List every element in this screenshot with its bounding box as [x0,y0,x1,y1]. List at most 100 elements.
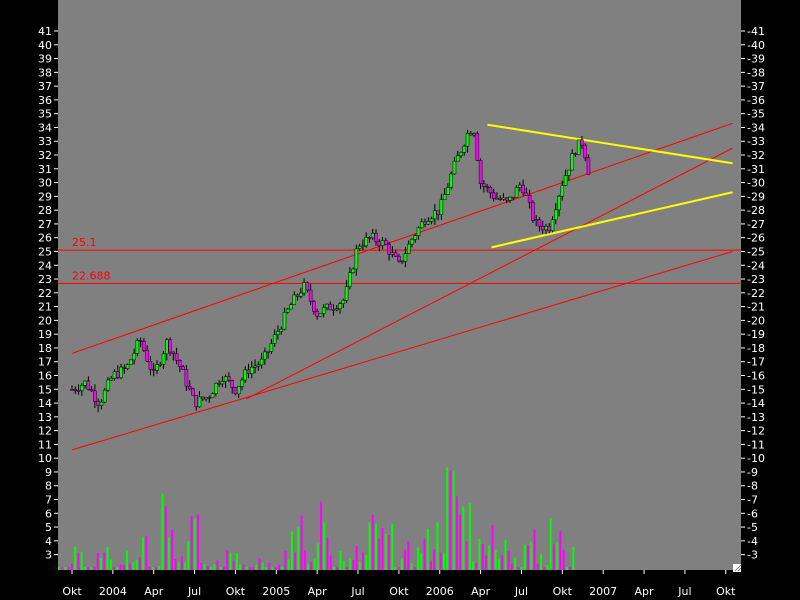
volume-bar [504,540,506,570]
volume-bar [420,554,422,570]
volume-bar [71,564,73,570]
candle [352,269,355,273]
x-tick-label: Okt [389,585,409,598]
candle [267,351,270,352]
volume-bar [297,527,299,570]
y-tick-label: 7 [45,494,52,507]
x-tick-label: 2007 [589,585,617,598]
volume-bar [550,518,552,570]
y-tick-label: 6 [45,507,52,520]
volume-bar [136,560,138,570]
y-tick-label: 35 [38,108,52,121]
y-tick-label: 12 [38,425,52,438]
candle [564,175,567,185]
y-tick-label: -28 [747,204,765,217]
volume-bar [94,567,96,570]
volume-bar [436,522,438,570]
candle [515,188,518,198]
y-tick-label: 22 [38,287,52,300]
volume-bar [349,558,351,570]
y-tick-label: -31 [747,163,765,176]
x-tick-label: Apr [308,585,328,598]
volume-bar [178,563,180,570]
y-tick-label: 4 [45,535,52,548]
volume-bar [433,549,435,570]
volume-bar [113,567,115,570]
candle [548,226,551,231]
candle [116,372,119,378]
candle [476,134,479,161]
volume-bar [569,567,571,570]
volume-bar [249,567,251,570]
candle [74,389,77,390]
y-tick-label: 24 [38,259,52,272]
candle [466,133,469,146]
candle [90,389,93,390]
candle [355,249,358,269]
y-tick-label: -32 [747,149,765,162]
volume-bar [404,550,406,570]
y-tick-label: 26 [38,232,52,245]
candle [345,287,348,301]
candle [293,295,296,305]
y-tick-label: 39 [38,53,52,66]
candle [368,237,371,238]
candle [221,381,224,383]
volume-bar [284,551,286,570]
candle [561,185,564,196]
candle [486,186,489,187]
candle [322,308,325,314]
candle [580,140,583,145]
volume-bar [107,547,109,570]
volume-bar [495,550,497,570]
y-tick-label: -4 [747,535,758,548]
volume-bar [475,563,477,570]
volume-bar [381,528,383,570]
candle [162,354,165,364]
candle [286,309,289,312]
candle [312,301,315,311]
candle [296,295,299,296]
volume-bar [339,551,341,570]
volume-bar [58,567,60,570]
volume-bar [162,494,164,570]
candle [404,254,407,262]
volume-bar [540,554,542,570]
candle [175,354,178,360]
volume-bar [278,565,280,570]
candle [567,170,570,175]
candle [299,293,302,296]
y-tick-label: 20 [38,314,52,327]
y-tick-label: 25 [38,245,52,258]
candle [254,366,257,367]
candle [492,193,495,199]
candle [574,154,577,155]
resize-corner-icon[interactable] [733,564,741,572]
volume-bar [168,538,170,570]
x-tick-label: 2004 [99,585,127,598]
candle [339,304,342,309]
y-tick-label: -6 [747,507,758,520]
candle [152,369,155,370]
volume-bar [537,564,539,570]
volume-bar [385,534,387,570]
y-tick-label: 38 [38,66,52,79]
volume-bar [265,567,267,570]
volume-bar [155,567,157,570]
candle [430,219,433,222]
level-label: 25.1 [72,236,97,249]
volume-bar [543,567,545,570]
candle [244,370,247,380]
volume-bar [281,567,283,570]
y-tick-label: 9 [45,466,52,479]
candle [577,140,580,155]
candle [159,364,162,365]
volume-bar [375,524,377,570]
candle [319,314,322,317]
volume-bar [469,503,471,570]
volume-bar [149,567,151,570]
volume-bar [534,530,536,570]
volume-bar [559,531,561,570]
volume-bar [524,545,526,570]
y-tick-label: -21 [747,301,765,314]
